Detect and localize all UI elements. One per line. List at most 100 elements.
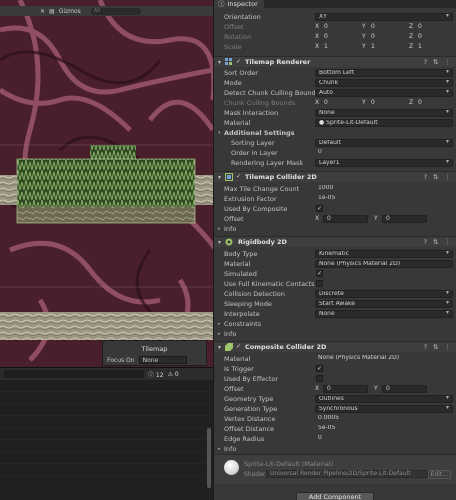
- geometry-type-dropdown[interactable]: Outlines: [315, 394, 453, 403]
- shader-edit-button[interactable]: Edit...: [427, 470, 451, 479]
- preset-icon[interactable]: ⇅: [433, 238, 438, 246]
- max-tile-change-field[interactable]: 1000: [315, 185, 453, 193]
- detect-culling-dropdown[interactable]: Auto: [315, 88, 453, 97]
- gizmos-button[interactable]: Gizmos: [59, 8, 81, 15]
- scene-toolbar: ✕ ▤ Gizmos All: [0, 6, 213, 16]
- collider-info-foldout[interactable]: ▸ Info: [214, 224, 456, 234]
- sorting-layer-row: Sorting Layer Default: [214, 138, 456, 148]
- shader-label: Shader: [244, 471, 266, 478]
- edge-radius-field[interactable]: 0: [315, 435, 453, 443]
- body-type-dropdown[interactable]: Kinematic: [315, 249, 453, 258]
- foldout-arrow-icon[interactable]: ▸: [218, 331, 221, 337]
- extrusion-factor-field[interactable]: 1e-05: [315, 195, 453, 203]
- foldout-arrow-icon[interactable]: ▾: [218, 239, 221, 246]
- composite-offset-y[interactable]: 0: [382, 384, 427, 393]
- help-icon[interactable]: ?: [424, 173, 427, 181]
- offset-y-field[interactable]: 0: [382, 214, 427, 223]
- help-icon[interactable]: ?: [424, 238, 427, 246]
- shader-dropdown[interactable]: Universal Render Pipeline/2D/Sprite-Lit-…: [266, 470, 428, 478]
- rigidbody-header[interactable]: ▾ Rigidbody 2D ? ⇅ ⋮: [214, 236, 456, 247]
- rotation-row: Rotation X0 Y0 Z0: [224, 32, 422, 41]
- sorting-layer-dropdown[interactable]: Default: [315, 138, 453, 147]
- overlay-title: Tilemap: [141, 345, 168, 353]
- scene-search-input[interactable]: All: [90, 7, 141, 15]
- material-sphere-icon: [224, 460, 239, 475]
- generation-type-dropdown[interactable]: Synchronous: [315, 404, 453, 413]
- foldout-arrow-icon[interactable]: ▾: [218, 344, 221, 351]
- orientation-row: Orientation XY: [214, 12, 456, 22]
- composite-collider-icon: [225, 343, 233, 351]
- inspector-panel: ⓘ Inspector Orientation XY Offset X0 Y0 …: [213, 0, 456, 500]
- preset-icon[interactable]: ⇅: [433, 343, 438, 351]
- scene-canvas: [0, 0, 213, 367]
- rb-info-foldout[interactable]: ▸ Info: [214, 329, 456, 339]
- material-preview: Sprite-Lit-Default (Material) Shader Uni…: [214, 454, 456, 484]
- more-icon[interactable]: ⋮: [445, 343, 452, 351]
- used-by-effector-checkbox[interactable]: [316, 375, 323, 383]
- tilemap-collider-icon: [225, 173, 233, 181]
- orientation-dropdown[interactable]: XY: [315, 12, 453, 21]
- collision-detection-dropdown[interactable]: Discrete: [315, 289, 453, 298]
- collider-offset-row: Offset X0 Y0: [214, 214, 456, 224]
- tools-icon[interactable]: ✕: [40, 8, 45, 15]
- material-row: Material ● Sprite-Lit-Default: [214, 118, 456, 128]
- simulated-checkbox[interactable]: ✓: [316, 270, 323, 278]
- more-icon[interactable]: ⋮: [445, 173, 452, 181]
- interpolate-dropdown[interactable]: None: [315, 309, 453, 318]
- constraints-foldout[interactable]: ▸ Constraints: [214, 319, 456, 329]
- additional-settings-foldout[interactable]: ▾ Additional Settings: [214, 128, 456, 138]
- console-panel: ⓘ 12 ⚠ 0: [0, 367, 213, 500]
- composite-info-foldout[interactable]: ▸ Info: [214, 444, 456, 454]
- material-name: Sprite-Lit-Default (Material): [244, 460, 334, 468]
- geometry-type-row: Geometry Type Outlines: [214, 394, 456, 404]
- used-by-composite-row: Used By Composite ✓: [224, 204, 323, 213]
- material-field[interactable]: ● Sprite-Lit-Default: [315, 118, 453, 127]
- foldout-arrow-icon[interactable]: ▾: [218, 174, 221, 181]
- tilemap-collider-header[interactable]: ▾ ✓ Tilemap Collider 2D ? ⇅ ⋮: [214, 171, 456, 182]
- focus-dropdown[interactable]: None: [138, 356, 187, 364]
- foldout-arrow-icon[interactable]: ▸: [218, 226, 221, 232]
- foldout-arrow-icon[interactable]: ▾: [218, 59, 221, 66]
- sort-order-dropdown[interactable]: Bottom Left: [315, 68, 453, 77]
- offset-x-field[interactable]: 0: [323, 214, 368, 223]
- offset-distance-field[interactable]: 5e-05: [315, 425, 453, 433]
- is-trigger-checkbox[interactable]: ✓: [316, 365, 323, 373]
- inspector-icon: ⓘ: [218, 0, 225, 8]
- mask-interaction-dropdown[interactable]: None: [315, 108, 453, 117]
- composite-collider-header[interactable]: ▾ ✓ Composite Collider 2D ? ⇅ ⋮: [214, 341, 456, 352]
- layers-icon[interactable]: ▤: [49, 8, 55, 15]
- enabled-checkbox[interactable]: ✓: [236, 59, 242, 65]
- composite-material-field[interactable]: None (Physics Material 2D): [315, 355, 453, 363]
- more-icon[interactable]: ⋮: [445, 238, 452, 246]
- enabled-checkbox[interactable]: ✓: [236, 344, 242, 350]
- vertex-distance-field[interactable]: 0.0005: [315, 415, 453, 423]
- composite-offset-x[interactable]: 0: [323, 384, 368, 393]
- tilemap-overlay: Tilemap Focus On None: [102, 340, 207, 366]
- enabled-checkbox[interactable]: ✓: [236, 174, 242, 180]
- offset-distance-row: Offset Distance 5e-05: [214, 424, 456, 434]
- scene-view[interactable]: ✕ ▤ Gizmos All Tilemap Focus On None: [0, 0, 213, 367]
- more-icon[interactable]: ⋮: [445, 58, 452, 66]
- warning-count[interactable]: ⚠ 0: [168, 371, 179, 378]
- sleeping-mode-dropdown[interactable]: Start Awake: [315, 299, 453, 308]
- log-count[interactable]: ⓘ 12: [148, 370, 164, 379]
- foldout-arrow-icon[interactable]: ▾: [218, 130, 221, 136]
- tilemap-renderer-header[interactable]: ▾ ✓ Tilemap Renderer ? ⇅ ⋮: [214, 56, 456, 67]
- preset-icon[interactable]: ⇅: [433, 58, 438, 66]
- foldout-arrow-icon[interactable]: ▸: [218, 321, 221, 327]
- console-scrollbar[interactable]: [207, 428, 211, 488]
- order-in-layer-field[interactable]: 0: [315, 149, 453, 157]
- foldout-arrow-icon[interactable]: ▸: [218, 446, 221, 452]
- console-search-input[interactable]: [4, 370, 144, 378]
- rb-material-field[interactable]: None (Physics Material 2D): [315, 259, 453, 268]
- used-by-effector-row: Used By Effector: [214, 374, 456, 384]
- mode-dropdown[interactable]: Chunk: [315, 78, 453, 87]
- used-by-composite-checkbox[interactable]: ✓: [316, 205, 323, 213]
- add-component-button[interactable]: Add Component: [296, 492, 374, 500]
- help-icon[interactable]: ?: [424, 58, 427, 66]
- preset-icon[interactable]: ⇅: [433, 173, 438, 181]
- rendering-layer-mask-dropdown[interactable]: Layer1: [315, 158, 453, 167]
- inspector-tab[interactable]: ⓘ Inspector: [214, 0, 264, 8]
- help-icon[interactable]: ?: [424, 343, 427, 351]
- full-kinematic-checkbox[interactable]: [316, 280, 323, 288]
